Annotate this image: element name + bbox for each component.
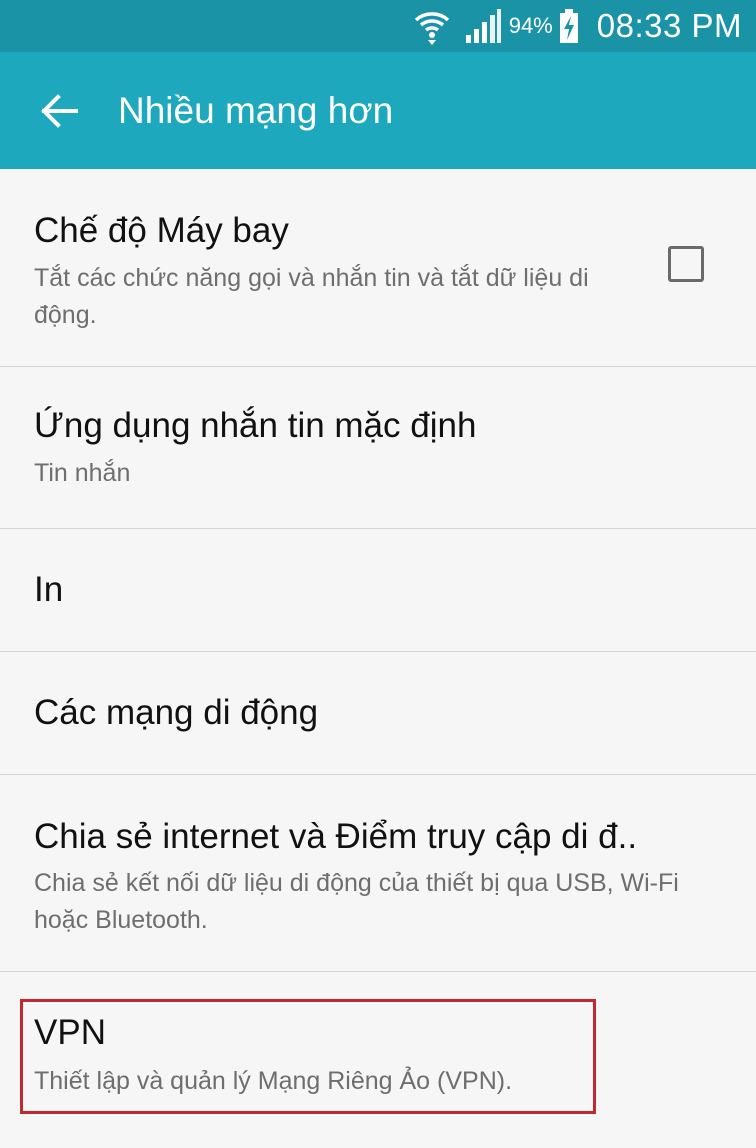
page-title: Nhiều mạng hơn [118, 90, 394, 131]
battery-percent: 94% [508, 13, 553, 38]
airplane-mode-checkbox[interactable] [668, 246, 704, 282]
item-label: Các mạng di động [34, 693, 319, 732]
list-item-mobile-networks[interactable]: Các mạng di động [0, 652, 756, 775]
item-label: Chia sẻ internet và Điểm truy cập di đ.. [34, 817, 638, 856]
arrow-left-icon[interactable] [38, 90, 80, 132]
item-subtitle: Tin nhắn [34, 459, 131, 487]
list-item-default-messaging[interactable]: Ứng dụng nhắn tin mặc định Tin nhắn [0, 367, 756, 529]
clock: 08:33 PM [596, 7, 742, 44]
vpn-highlight-box [20, 999, 596, 1114]
item-subtitle: Chia sẻ kết nối dữ liệu di động của thiế… [34, 869, 679, 934]
wifi-icon [414, 12, 449, 45]
item-label: Chế độ Máy bay [34, 211, 289, 250]
item-label: Ứng dụng nhắn tin mặc định [34, 406, 477, 445]
status-bar: 94% 08:33 PM [0, 0, 756, 52]
item-subtitle: Tắt các chức năng gọi và nhắn tin và tắt… [34, 264, 589, 329]
status-icons: 94% 08:33 PM [413, 0, 742, 52]
list-item-print[interactable]: In [0, 529, 756, 652]
list-item-tethering-hotspot[interactable]: Chia sẻ internet và Điểm truy cập di đ..… [0, 775, 756, 972]
app-bar: Nhiều mạng hơn [0, 52, 756, 169]
signal-icon [465, 9, 501, 43]
item-label: In [34, 570, 64, 609]
battery-charging-icon [559, 9, 578, 43]
list-item-airplane-mode[interactable]: Chế độ Máy bay Tắt các chức năng gọi và … [0, 169, 756, 367]
